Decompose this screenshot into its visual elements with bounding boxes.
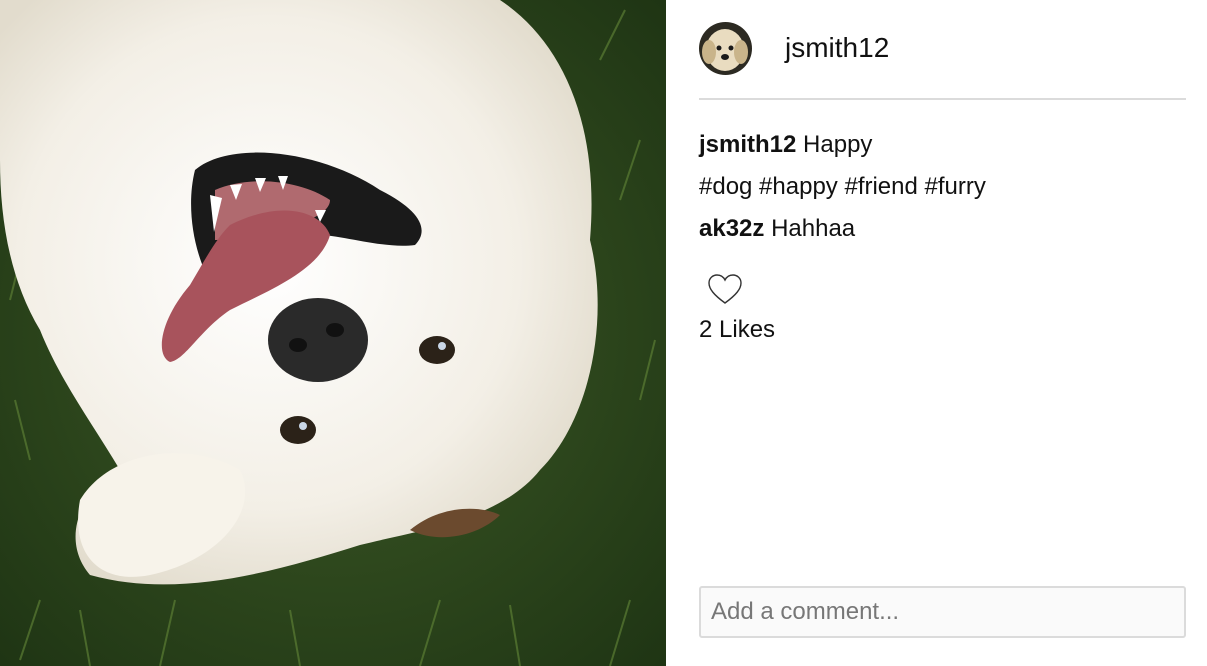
post-photo[interactable] xyxy=(0,0,666,666)
caption-hashtags[interactable]: #dog #happy #friend #furry xyxy=(699,166,1186,208)
post-actions xyxy=(699,272,1186,312)
likes-count[interactable]: 2 Likes xyxy=(699,314,1186,346)
comment-author[interactable]: ak32z xyxy=(699,215,764,242)
caption-text: Happy xyxy=(803,131,873,158)
post-header: jsmith12 xyxy=(699,0,1186,100)
caption: jsmith12 Happy xyxy=(699,124,1186,166)
dog-photo-image xyxy=(0,0,666,666)
puppy-avatar-image xyxy=(699,21,752,75)
caption-author[interactable]: jsmith12 xyxy=(699,131,796,158)
avatar[interactable] xyxy=(699,21,752,75)
post-container: jsmith12 jsmith12 Happy #dog #happy #fri… xyxy=(0,0,1207,666)
add-comment-input[interactable] xyxy=(699,586,1186,638)
comment-text: Hahhaa xyxy=(771,215,856,242)
heart-outline-icon[interactable] xyxy=(707,272,743,308)
header-username[interactable]: jsmith12 xyxy=(785,32,889,64)
comment-item: ak32z Hahhaa xyxy=(699,208,1186,250)
comment-list: jsmith12 Happy #dog #happy #friend #furr… xyxy=(699,100,1186,250)
post-sidebar: jsmith12 jsmith12 Happy #dog #happy #fri… xyxy=(666,0,1207,666)
